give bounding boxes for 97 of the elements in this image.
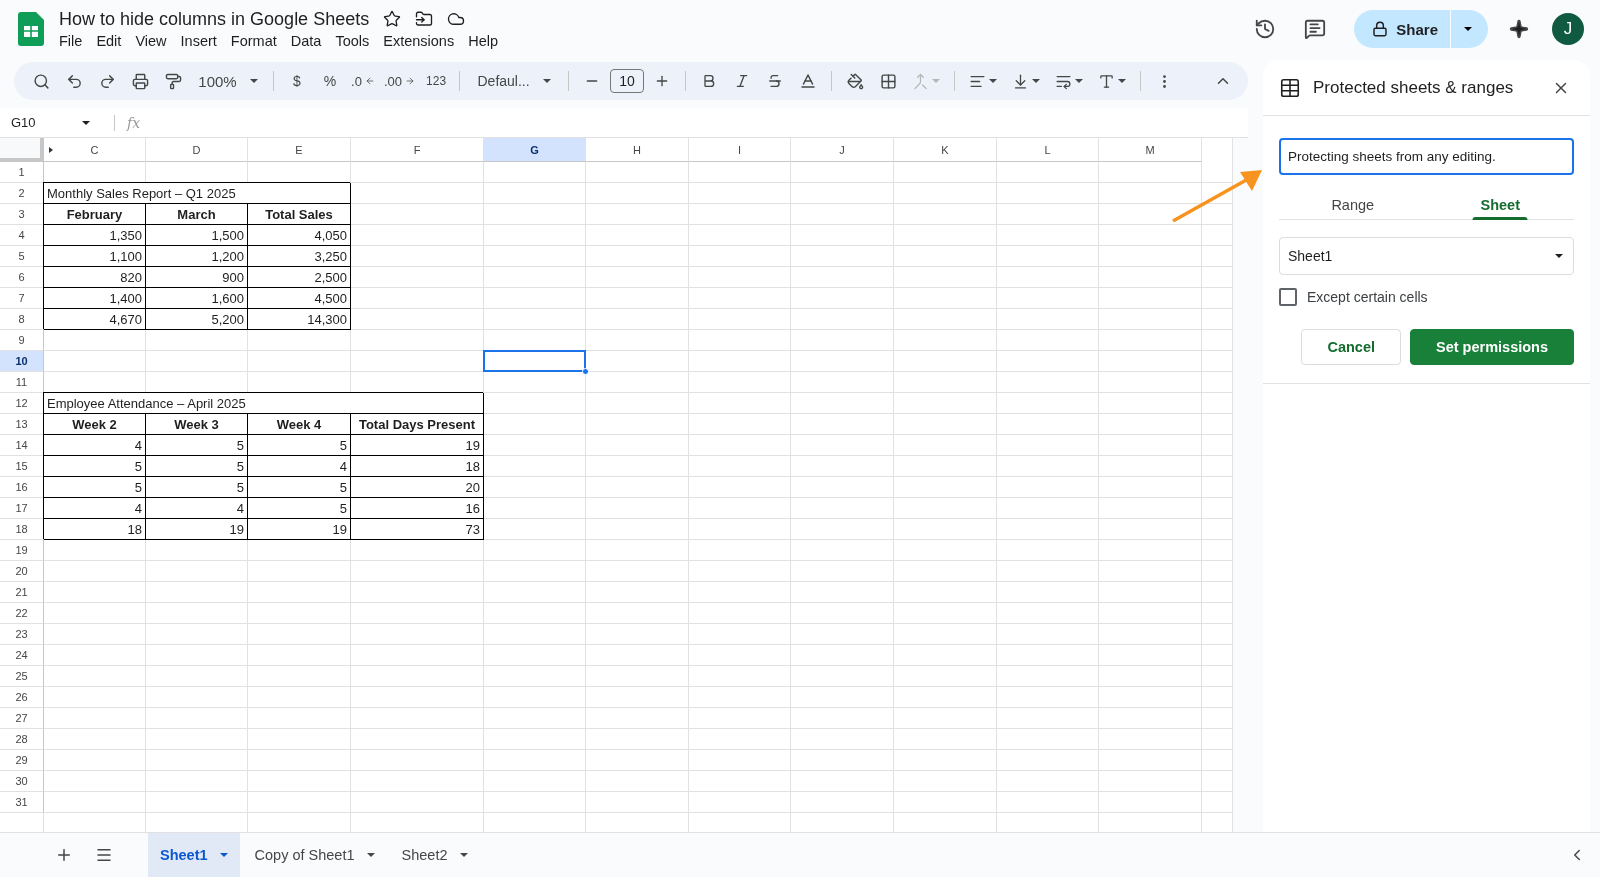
table-cell: 4,500: [248, 288, 351, 309]
zoom-dropdown[interactable]: 100%: [191, 67, 265, 95]
caret-icon[interactable]: [1032, 79, 1041, 83]
sheet-tab[interactable]: Sheet2: [389, 832, 480, 877]
table-cell: 18: [351, 456, 484, 477]
caret-icon[interactable]: [366, 853, 375, 857]
sheets-logo[interactable]: [18, 12, 44, 46]
table-cell: 1,400: [44, 288, 146, 309]
hidden-columns-icon[interactable]: [49, 147, 53, 153]
table-cell: 5,200: [146, 309, 248, 330]
set-permissions-button[interactable]: Set permissions: [1410, 329, 1574, 365]
table-header-cell: Total Days Present: [351, 414, 484, 435]
lock-icon[interactable]: [1372, 21, 1389, 37]
caret-icon[interactable]: [459, 853, 468, 857]
table-cell: 3,250: [248, 246, 351, 267]
caret-icon[interactable]: [1555, 254, 1563, 258]
tab[interactable]: Range: [1279, 191, 1427, 219]
table-cell: 19: [248, 519, 351, 540]
menu-item[interactable]: Extensions: [376, 31, 462, 50]
tab[interactable]: Sheet: [1426, 191, 1574, 219]
description-field[interactable]: Protecting sheets from any editing.: [1279, 138, 1574, 175]
table-icon: [1279, 76, 1301, 99]
document-title[interactable]: How to hide columns in Google Sheets: [59, 8, 370, 30]
currency-button[interactable]: $: [282, 67, 312, 95]
caret-icon[interactable]: [989, 79, 998, 83]
sheet-dropdown[interactable]: Sheet1: [1279, 237, 1574, 275]
table-cell: 5: [44, 477, 146, 498]
table-header-cell: March: [146, 204, 248, 225]
menu-item[interactable]: View: [128, 31, 174, 50]
table-header-cell: Week 3: [146, 414, 248, 435]
arrow-left-icon[interactable]: [364, 76, 375, 86]
table-header-cell: Week 2: [44, 414, 146, 435]
table-cell: 2,500: [248, 267, 351, 288]
row-header[interactable]: 10: [0, 351, 44, 372]
sheet-tab[interactable]: Sheet1: [148, 832, 240, 877]
table-cell: 820: [44, 267, 146, 288]
number-format-button[interactable]: 123: [421, 67, 452, 95]
folder-icon[interactable]: [415, 10, 434, 28]
table-cell: 4,670: [44, 309, 146, 330]
caret-icon[interactable]: [82, 120, 90, 125]
table-cell: 4: [44, 435, 146, 456]
text-rotation-icon[interactable]: [1098, 72, 1116, 90]
column-header[interactable]: G: [484, 138, 586, 162]
table-cell: 1,200: [146, 246, 248, 267]
percent-button[interactable]: %: [315, 67, 345, 95]
table-cell: 5: [146, 477, 248, 498]
decrease-decimal-button[interactable]: .0: [348, 67, 378, 95]
table-header-cell: February: [44, 204, 146, 225]
caret-icon[interactable]: [249, 79, 258, 83]
menu-item[interactable]: Format: [223, 31, 284, 50]
table-cell: 5: [44, 456, 146, 477]
caret-icon[interactable]: [1463, 27, 1472, 31]
formula-label: fx: [114, 114, 141, 131]
table-cell: 19: [351, 435, 484, 456]
menu-item[interactable]: File: [52, 31, 90, 50]
table-cell: 1,350: [44, 225, 146, 246]
table-cell: 1,100: [44, 246, 146, 267]
table-cell: 19: [146, 519, 248, 540]
menu-item[interactable]: Insert: [173, 31, 224, 50]
cancel-button[interactable]: Cancel: [1301, 329, 1401, 365]
sheet-tab[interactable]: Copy of Sheet1: [242, 832, 387, 877]
table-cell: 16: [351, 498, 484, 519]
table-cell: 5: [146, 456, 248, 477]
star-icon[interactable]: [383, 10, 402, 28]
font-size-field[interactable]: 10: [610, 69, 645, 93]
table-header-cell: Total Sales: [248, 204, 351, 225]
name-box[interactable]: G10: [0, 110, 100, 135]
increase-decimal-button[interactable]: .00: [381, 67, 419, 95]
table-cell: 73: [351, 519, 484, 540]
table-title-cell: Employee Attendance – April 2025: [44, 393, 484, 414]
table-title-cell: Monthly Sales Report – Q1 2025: [44, 183, 351, 204]
table-cell: 4: [44, 498, 146, 519]
table-cell: 14,300: [248, 309, 351, 330]
table-cell: 900: [146, 267, 248, 288]
share-button[interactable]: Share: [1354, 10, 1450, 48]
checkbox-label: Except certain cells: [1307, 289, 1428, 305]
caret-icon[interactable]: [1075, 79, 1084, 83]
menu-item[interactable]: Tools: [328, 31, 377, 50]
checkbox[interactable]: [1279, 288, 1297, 306]
table-cell: 5: [146, 435, 248, 456]
table-cell: 18: [44, 519, 146, 540]
table-cell: 4,050: [248, 225, 351, 246]
cloud-icon[interactable]: [447, 10, 466, 28]
menu-item[interactable]: Help: [461, 31, 505, 50]
table-cell: 1,500: [146, 225, 248, 246]
panel-title: Protected sheets & ranges: [1313, 77, 1515, 98]
menu-item[interactable]: Data: [283, 31, 329, 50]
avatar[interactable]: J: [1552, 13, 1584, 45]
table-cell: 1,600: [146, 288, 248, 309]
caret-icon[interactable]: [1118, 79, 1127, 83]
table-cell: 20: [351, 477, 484, 498]
arrow-right-icon[interactable]: [405, 76, 416, 86]
table-cell: 4: [146, 498, 248, 519]
selected-cell[interactable]: [483, 350, 586, 372]
caret-icon[interactable]: [542, 79, 551, 83]
font-dropdown[interactable]: Defaul...: [468, 67, 561, 95]
menu-item[interactable]: Edit: [89, 31, 129, 50]
